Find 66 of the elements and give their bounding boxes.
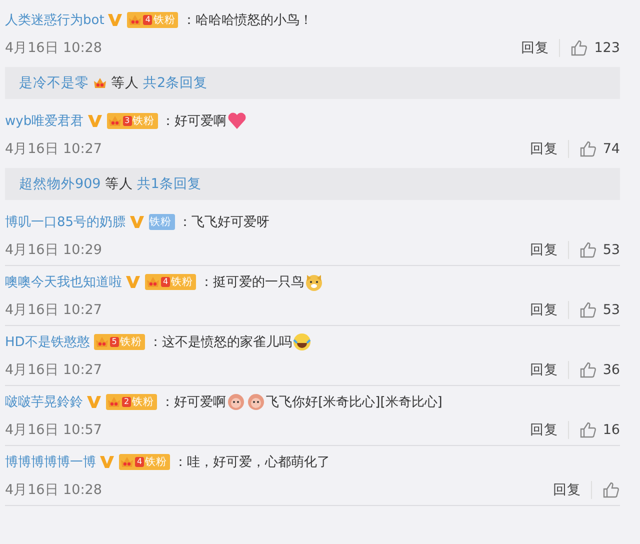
like-count: 53 bbox=[602, 242, 620, 258]
comment-time: 4月16日 10:28 bbox=[5, 39, 103, 57]
comment-time: 4月16日 10:27 bbox=[5, 140, 103, 158]
thumbs-up-icon[interactable] bbox=[578, 301, 597, 319]
like-count: 53 bbox=[602, 302, 620, 318]
reply-link[interactable]: 回复 bbox=[530, 361, 569, 379]
user-name-link[interactable]: 是冷不是零 bbox=[19, 74, 89, 92]
like-count: 16 bbox=[602, 422, 620, 438]
reply-link[interactable]: 回复 bbox=[530, 421, 569, 439]
comment-text: 飞飞你好[米奇比心][米奇比心] bbox=[266, 394, 442, 411]
replies-suffix: 等人 bbox=[111, 74, 139, 92]
heart-emoji-icon bbox=[226, 111, 247, 131]
doll-emoji-icon bbox=[226, 392, 246, 412]
comment-text: ：挺可爱的一只鸟 bbox=[200, 274, 304, 291]
thumbs-up-icon[interactable] bbox=[578, 361, 597, 379]
thumbs-up-icon[interactable] bbox=[578, 241, 597, 259]
fan-badge: 2 铁粉 bbox=[106, 394, 158, 410]
fan-badge: 5 铁粉 bbox=[94, 334, 145, 350]
like-count: 74 bbox=[602, 141, 620, 157]
thumbs-up-icon[interactable] bbox=[578, 140, 597, 158]
thumbs-up-icon[interactable] bbox=[578, 421, 597, 439]
comment-text: ：哇，好可爱，心都萌化了 bbox=[174, 454, 330, 471]
reply-link[interactable]: 回复 bbox=[521, 39, 560, 57]
fan-badge: 4 铁粉 bbox=[127, 12, 178, 28]
crown-icon bbox=[107, 395, 121, 409]
user-name-link[interactable]: wyb唯爱君君 bbox=[5, 112, 84, 130]
user-name-link[interactable]: HD不是铁憨憨 bbox=[5, 333, 90, 351]
user-name-link[interactable]: 人类迷惑行为bot bbox=[5, 11, 104, 29]
doll-emoji-icon bbox=[246, 392, 266, 412]
laughing-emoji-icon bbox=[292, 332, 312, 352]
like-count: 123 bbox=[594, 40, 620, 56]
crown-icon bbox=[108, 114, 122, 128]
user-name-link[interactable]: 博博博博博一博 bbox=[5, 453, 96, 471]
fan-badge: 铁粉 bbox=[148, 214, 175, 230]
reply-link[interactable]: 回复 bbox=[553, 481, 592, 499]
reply-link[interactable]: 回复 bbox=[530, 241, 569, 259]
thumbs-up-icon[interactable] bbox=[602, 481, 620, 499]
fan-badge: 4 铁粉 bbox=[119, 454, 170, 470]
comment-time: 4月16日 10:57 bbox=[5, 421, 103, 439]
user-name-link[interactable]: 超然物外909 bbox=[19, 175, 101, 193]
comment-time: 4月16日 10:27 bbox=[5, 301, 103, 319]
dog-emoji-icon bbox=[304, 272, 324, 292]
comment-time: 4月16日 10:28 bbox=[5, 481, 103, 499]
comment-time: 4月16日 10:27 bbox=[5, 361, 103, 379]
thumbs-up-icon[interactable] bbox=[570, 39, 588, 57]
comment-text: ：飞飞好可爱呀 bbox=[178, 214, 270, 231]
reply-link[interactable]: 回复 bbox=[530, 301, 569, 319]
fan-badge: 4 铁粉 bbox=[145, 274, 196, 290]
comment-text: ：哈哈哈愤怒的小鸟！ bbox=[182, 12, 312, 29]
fan-badge: 3 铁粉 bbox=[106, 113, 158, 129]
comment-text: ：好可爱啊 bbox=[161, 394, 226, 411]
user-name-link[interactable]: 噢噢今天我也知道啦 bbox=[5, 273, 122, 291]
comment-text: ：这不是愤怒的家雀儿吗 bbox=[148, 334, 292, 351]
like-count: 36 bbox=[602, 362, 620, 378]
crown-icon bbox=[120, 455, 134, 469]
comment-text: ：好可爱啊 bbox=[162, 113, 227, 130]
comment-time: 4月16日 10:29 bbox=[5, 241, 103, 259]
reply-link[interactable]: 回复 bbox=[530, 140, 569, 158]
replies-count-link[interactable]: 共2条回复 bbox=[143, 74, 208, 92]
crown-icon bbox=[128, 13, 142, 27]
replies-count-link[interactable]: 共1条回复 bbox=[136, 175, 202, 193]
crown-icon bbox=[94, 335, 109, 349]
user-name-link[interactable]: 博叽一口85号的奶膘 bbox=[5, 213, 126, 231]
replies-suffix: 等人 bbox=[104, 175, 133, 193]
user-name-link[interactable]: 啵啵芋晃鈴鈴 bbox=[5, 393, 83, 411]
crown-icon bbox=[146, 275, 160, 289]
